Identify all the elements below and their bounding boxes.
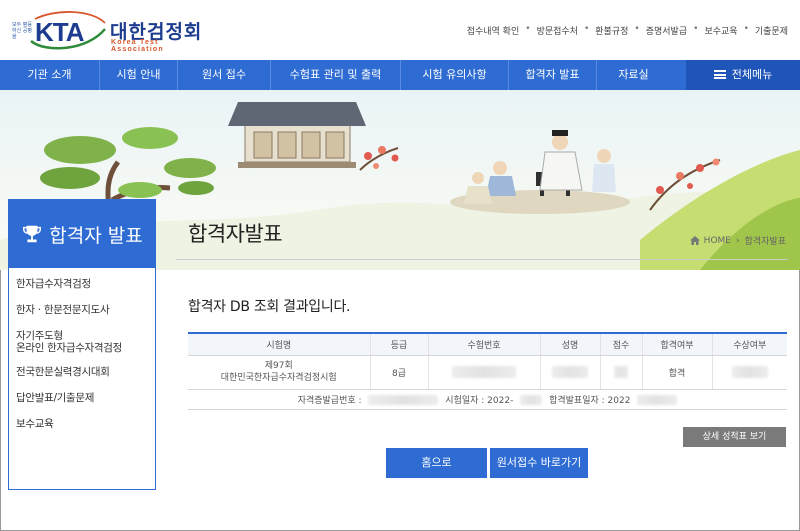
scholars-illustration-icon	[450, 130, 630, 214]
utility-link-past-exams[interactable]: 기출문제	[755, 24, 788, 37]
nav-item-exam-info[interactable]: 시험 안내	[99, 60, 177, 90]
home-icon	[689, 236, 700, 245]
redacted-cert-number	[368, 395, 439, 405]
results-table: 시험명 등급 수험번호 성명 점수 합격여부 수상여부 제97회 대한민국한자급…	[188, 332, 787, 410]
sidebar-item-contest[interactable]: 전국한문실력경시대회	[9, 366, 155, 379]
nav-item-about[interactable]: 기관 소개	[0, 60, 99, 90]
table-row: 제97회 대한민국한자급수자격검정시험 8급 합격	[188, 355, 787, 390]
utility-link-visit-office[interactable]: 방문접수처	[537, 24, 578, 37]
home-button[interactable]: 홈으로	[386, 448, 487, 478]
table-footer-row: 자격증발급번호 : 시험일자 : 2022- 합격발표일자 : 2022	[188, 389, 787, 410]
utility-separator: •	[743, 24, 749, 34]
result-message: 합격자 DB 조회 결과입니다.	[188, 299, 351, 315]
breadcrumb-current: 합격자발표	[744, 237, 786, 247]
all-menu-label: 전체메뉴	[731, 68, 773, 81]
redacted-award	[731, 366, 768, 378]
cell-pass-status: 합격	[641, 355, 712, 390]
breadcrumb: HOME › 합격자발표	[689, 234, 786, 247]
nav-item-exam-notes[interactable]: 시험 유의사항	[400, 60, 508, 90]
all-menu-button[interactable]: 전체메뉴	[686, 60, 800, 90]
col-header-pass: 합격여부	[641, 332, 712, 356]
breadcrumb-home[interactable]: HOME	[704, 236, 731, 246]
cert-number-label: 자격증발급번호 :	[297, 395, 362, 406]
nav-item-results[interactable]: 합격자 발표	[508, 60, 596, 90]
sidebar-header: 합격자 발표	[9, 200, 155, 268]
utility-separator: •	[693, 24, 699, 34]
utility-links: 접수내역 확인 • 방문접수처 • 환불규정 • 증명서발급 • 보수교육 • …	[467, 24, 788, 37]
sidebar: 합격자 발표 한자급수자격검정 한자 · 한문전문지도사 자기주도형 온라인 한…	[8, 199, 156, 490]
kta-logo-mark: 모두 평등하신 공평을 KTA	[10, 9, 108, 53]
redacted-announce-date	[637, 395, 678, 405]
nav-item-resources[interactable]: 자료실	[596, 60, 670, 90]
chevron-right-icon: ›	[735, 235, 740, 246]
sidebar-item-continuing-edu[interactable]: 보수교육	[9, 418, 155, 431]
logo-kta-text: KTA	[35, 17, 85, 47]
logo-side-text: 모두 평등하신 공평을	[12, 22, 32, 40]
redacted-name	[552, 366, 588, 378]
sidebar-item-online-cert[interactable]: 자기주도형 온라인 한자급수자격검정	[9, 330, 155, 354]
site-logo[interactable]: 모두 평등하신 공평을 KTA 대한검정회 Korea Test Associa…	[10, 9, 210, 53]
utility-separator: •	[525, 24, 531, 34]
col-header-exam-number: 수험번호	[427, 332, 540, 356]
utility-link-certificate[interactable]: 증명서발급	[646, 24, 687, 37]
header: 모두 평등하신 공평을 KTA 대한검정회 Korea Test Associa…	[0, 0, 800, 60]
utility-separator: •	[583, 24, 590, 34]
col-header-award: 수상여부	[711, 332, 787, 356]
exam-date-label: 시험일자 : 2022-	[445, 395, 514, 406]
page-title: 합격자발표	[188, 222, 283, 246]
hamburger-icon	[713, 70, 726, 79]
main-nav: 기관 소개 시험 안내 원서 접수 수험표 관리 및 출력 시험 유의사항 합격…	[0, 60, 800, 90]
redacted-exam-number	[452, 366, 516, 378]
title-divider	[176, 259, 788, 260]
sidebar-item-hanja-cert[interactable]: 한자급수자격검정	[9, 278, 155, 291]
table-header-row: 시험명 등급 수험번호 성명 점수 합격여부 수상여부	[188, 332, 787, 356]
sidebar-item-hanja-instructor[interactable]: 한자 · 한문전문지도사	[9, 304, 155, 317]
hanok-house-icon	[228, 102, 366, 168]
col-header-score: 점수	[599, 332, 642, 356]
utility-link-refund-policy[interactable]: 환불규정	[595, 24, 628, 37]
trophy-icon	[23, 225, 42, 243]
utility-link-continuing-edu[interactable]: 보수교육	[704, 24, 737, 37]
logo-english-name: Korea Test Association	[111, 39, 164, 53]
utility-separator: •	[634, 24, 640, 34]
announce-date-label: 합격발표일자 : 2022	[549, 395, 631, 406]
detail-scorecard-button[interactable]: 상세 성적표 보기	[683, 427, 786, 447]
sidebar-item-answers[interactable]: 답안발표/기출문제	[9, 392, 155, 405]
redacted-exam-date	[520, 395, 543, 405]
redacted-score	[614, 366, 628, 378]
nav-item-application[interactable]: 원서 접수	[177, 60, 270, 90]
sidebar-menu: 한자급수자격검정 한자 · 한문전문지도사 자기주도형 온라인 한자급수자격검정…	[9, 268, 155, 431]
sidebar-title: 합격자 발표	[49, 224, 143, 247]
apply-shortcut-button[interactable]: 원서접수 바로가기	[490, 448, 588, 478]
nav-item-admission-ticket[interactable]: 수험표 관리 및 출력	[270, 60, 400, 90]
cell-grade: 8급	[369, 355, 428, 390]
cell-exam-name: 제97회 대한민국한자급수자격검정시험	[220, 361, 337, 383]
col-header-exam: 시험명	[188, 332, 370, 356]
col-header-grade: 등급	[369, 332, 428, 356]
col-header-name: 성명	[539, 332, 600, 356]
utility-link-registration-check[interactable]: 접수내역 확인	[467, 24, 520, 37]
